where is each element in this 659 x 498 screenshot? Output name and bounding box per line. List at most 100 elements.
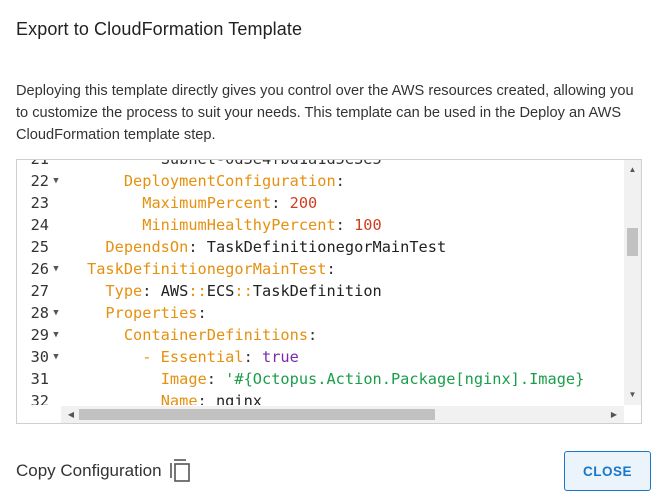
code-token: Type bbox=[105, 282, 143, 300]
arrow-right-icon[interactable]: ▶ bbox=[606, 406, 622, 423]
code-token: nginx bbox=[215, 392, 263, 405]
code-line: 24 MinimumHealthyPercent: 100 bbox=[17, 214, 624, 236]
code-token: 200 bbox=[289, 194, 318, 212]
line-number: 23 bbox=[30, 194, 49, 212]
code-content: Name: nginx bbox=[87, 390, 262, 405]
line-number: 27 bbox=[30, 282, 49, 300]
code-token: MaximumPercent bbox=[142, 194, 272, 212]
code-token: : bbox=[142, 282, 161, 300]
chevron-down-icon[interactable]: ▼ bbox=[49, 302, 63, 324]
line-number: 24 bbox=[30, 216, 49, 234]
copy-configuration-button[interactable]: Copy Configuration bbox=[16, 458, 192, 484]
line-gutter: 28 ▼ bbox=[17, 302, 75, 324]
code-line: 31 Image: '#{Octopus.Action.Package[ngin… bbox=[17, 368, 624, 390]
copy-icon[interactable] bbox=[169, 459, 192, 483]
code-token: - Essential bbox=[142, 348, 244, 366]
code-token: : bbox=[271, 194, 290, 212]
code-token: Properties bbox=[105, 304, 198, 322]
code-content: DependsOn: TaskDefinitionegorMainTest bbox=[87, 236, 446, 258]
code-line: 32 Name: nginx bbox=[17, 390, 624, 405]
line-gutter: 21 bbox=[17, 160, 75, 170]
arrow-up-icon[interactable]: ▲ bbox=[624, 162, 641, 178]
code-token: :: bbox=[234, 282, 253, 300]
template-code-editor[interactable]: 21 Subnet-0d3e4fbd1a1d5e3e522▼ Deploymen… bbox=[16, 159, 642, 424]
line-gutter: 31 bbox=[17, 368, 75, 390]
code-token: Subnet-0d3e4fbd1a1d5e3e5 bbox=[161, 160, 382, 168]
dialog-title: Export to CloudFormation Template bbox=[16, 19, 303, 39]
line-gutter: 27 bbox=[17, 280, 75, 302]
chevron-down-icon[interactable]: ▼ bbox=[49, 258, 63, 280]
code-token: : bbox=[188, 238, 207, 256]
code-content: MaximumPercent: 200 bbox=[87, 192, 317, 214]
horizontal-scrollbar[interactable]: ◀ ▶ bbox=[61, 406, 624, 423]
code-line: 27 Type: AWS::ECS::TaskDefinition bbox=[17, 280, 624, 302]
code-content: - Essential: true bbox=[87, 346, 299, 368]
copy-configuration-label: Copy Configuration bbox=[16, 461, 162, 480]
code-token: DependsOn bbox=[105, 238, 189, 256]
code-token: : bbox=[335, 172, 345, 190]
code-token: Image bbox=[160, 370, 207, 388]
code-token: : bbox=[206, 370, 226, 388]
line-gutter: 32 bbox=[17, 390, 75, 405]
code-token: '#{Octopus.Action.Package[nginx].Image} bbox=[225, 370, 585, 388]
vertical-scrollbar[interactable]: ▲ ▼ bbox=[624, 160, 641, 405]
line-number: 25 bbox=[30, 238, 49, 256]
code-token: :: bbox=[188, 282, 207, 300]
code-line: 28 ▼ Properties: bbox=[17, 302, 624, 324]
code-token: : bbox=[326, 260, 336, 278]
code-token: TaskDefinitionegorMainTest bbox=[87, 260, 327, 278]
line-number: 31 bbox=[30, 370, 49, 388]
vertical-scroll-thumb[interactable] bbox=[627, 228, 638, 256]
code-token: Name bbox=[160, 392, 198, 405]
code-line: 22 ▼ DeploymentConfiguration: bbox=[17, 170, 624, 192]
line-gutter: 22 ▼ bbox=[17, 170, 75, 192]
code-content: Image: '#{Octopus.Action.Package[nginx].… bbox=[87, 368, 585, 390]
chevron-down-icon[interactable]: ▼ bbox=[49, 346, 63, 368]
code-area[interactable]: 21 Subnet-0d3e4fbd1a1d5e3e522▼ Deploymen… bbox=[17, 160, 624, 405]
line-gutter: 30 ▼ bbox=[17, 346, 75, 368]
chevron-down-icon[interactable]: ▼ bbox=[49, 324, 63, 346]
line-number: 29 bbox=[30, 326, 49, 344]
code-token: 100 bbox=[354, 216, 382, 234]
code-token: TaskDefinition bbox=[252, 282, 382, 300]
arrow-down-icon[interactable]: ▼ bbox=[624, 387, 641, 403]
code-content: TaskDefinitionegorMainTest: bbox=[87, 258, 336, 280]
code-line: 23 MaximumPercent: 200 bbox=[17, 192, 624, 214]
code-line: 30 ▼ - Essential: true bbox=[17, 346, 624, 368]
line-number: 21 bbox=[17, 160, 49, 170]
code-token: : bbox=[335, 216, 355, 234]
code-token: : bbox=[308, 326, 318, 344]
line-number: 22 bbox=[30, 172, 49, 190]
code-token: : bbox=[197, 392, 216, 405]
code-token: AWS bbox=[160, 282, 189, 300]
export-dialog: Export to CloudFormation Template Deploy… bbox=[0, 0, 659, 498]
line-number: 30 bbox=[30, 348, 49, 366]
line-gutter: 26 ▼ bbox=[17, 258, 75, 280]
code-token: ECS bbox=[206, 282, 235, 300]
code-token: ContainerDefinitions bbox=[123, 326, 309, 344]
line-gutter: 24 bbox=[17, 214, 75, 236]
line-number: 32 bbox=[30, 392, 49, 405]
code-token: : bbox=[243, 348, 262, 366]
line-gutter: 23 bbox=[17, 192, 75, 214]
code-content: Type: AWS::ECS::TaskDefinition bbox=[87, 280, 382, 302]
line-gutter: 25 bbox=[17, 236, 75, 258]
code-line: 26 ▼ TaskDefinitionegorMainTest: bbox=[17, 258, 624, 280]
chevron-down-icon[interactable]: ▼ bbox=[49, 170, 63, 192]
close-button[interactable]: CLOSE bbox=[564, 451, 651, 491]
code-content: ContainerDefinitions: bbox=[87, 324, 317, 346]
line-gutter: 29 ▼ bbox=[17, 324, 75, 346]
code-content: DeploymentConfiguration: bbox=[87, 170, 345, 192]
code-content: Properties: bbox=[87, 302, 207, 324]
code-token: DeploymentConfiguration bbox=[123, 172, 336, 190]
code-line: 29 ▼ ContainerDefinitions: bbox=[17, 324, 624, 346]
arrow-left-icon[interactable]: ◀ bbox=[63, 406, 79, 423]
horizontal-scroll-thumb[interactable] bbox=[79, 409, 435, 420]
code-content: MinimumHealthyPercent: 100 bbox=[87, 214, 382, 236]
code-token: MinimumHealthyPercent bbox=[142, 216, 336, 234]
code-token: TaskDefinitionegorMainTest bbox=[206, 238, 447, 256]
code-token: : bbox=[197, 304, 207, 322]
code-token: true bbox=[262, 348, 299, 366]
code-line: 21 Subnet-0d3e4fbd1a1d5e3e5 bbox=[17, 160, 624, 170]
line-number: 26 bbox=[30, 260, 49, 278]
